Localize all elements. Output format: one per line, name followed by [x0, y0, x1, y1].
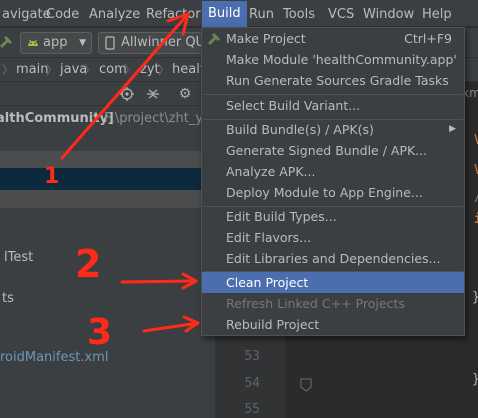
menu-item-generate-signed[interactable]: Generate Signed Bundle / APK...: [202, 140, 464, 161]
menu-item-make-project[interactable]: Make Project Ctrl+F9: [202, 28, 464, 49]
device-icon: [104, 36, 116, 53]
project-toolbar: ⚙: [0, 82, 215, 106]
menu-item-label: Edit Flavors...: [226, 230, 312, 245]
menu-item-label: Clean Project: [226, 275, 309, 290]
menu-item-label: Analyze APK...: [226, 164, 316, 179]
line-number: 53: [244, 349, 260, 364]
menu-item-analyze-apk[interactable]: Analyze APK...: [202, 161, 464, 182]
menu-item-refresh-linked-cpp: Refresh Linked C++ Projects: [202, 293, 464, 314]
menu-item-shortcut: Ctrl+F9: [404, 31, 452, 46]
tree-row-selected[interactable]: [0, 168, 215, 190]
chevron-down-icon: ▼: [79, 38, 86, 48]
fold-marker-icon[interactable]: [300, 378, 312, 396]
menu-item-label: Generate Signed Bundle / APK...: [226, 143, 428, 158]
menu-help[interactable]: Help: [422, 6, 452, 24]
breadcrumb-chevron-icon: 〉: [46, 63, 59, 77]
code-fragment: /: [474, 190, 478, 205]
locate-target-icon[interactable]: [118, 85, 136, 103]
project-root-label: althCommunity]: [0, 111, 114, 126]
menu-item-edit-flavors[interactable]: Edit Flavors...: [202, 227, 464, 248]
menu-item-label: Make Project: [226, 31, 306, 46]
menu-item-label: Build Bundle(s) / APK(s): [226, 122, 374, 137]
menu-item-deploy-module[interactable]: Deploy Module to App Engine...: [202, 182, 464, 203]
menu-item-label: Select Build Variant...: [226, 98, 361, 113]
code-fragment: }: [472, 290, 478, 305]
menu-code[interactable]: Code: [46, 6, 79, 24]
android-icon: [26, 36, 40, 53]
tree-row-highlight[interactable]: [0, 151, 215, 169]
tree-item-manifest-label: roidManifest.xml: [0, 350, 109, 365]
collapse-all-icon[interactable]: [144, 85, 162, 103]
breadcrumb-chevron-icon: 〉: [158, 63, 171, 77]
menu-tools[interactable]: Tools: [283, 6, 315, 24]
project-root-row[interactable]: althCommunity] F:\project\zht_ytk: [0, 108, 216, 130]
menu-item-make-module[interactable]: Make Module 'healthCommunity.app': [202, 49, 464, 70]
menu-item-label: Make Module 'healthCommunity.app': [226, 52, 457, 67]
tree-row-highlight[interactable]: [0, 190, 215, 208]
menu-bar: avigate Code Analyze Refactor Build Run …: [0, 0, 478, 27]
code-fragment: V: [474, 133, 478, 148]
run-configuration-select[interactable]: app ▼: [20, 32, 92, 54]
project-root-path: F:\project\zht_ytk: [104, 111, 216, 126]
menu-vcs[interactable]: VCS: [328, 6, 354, 24]
menu-build[interactable]: Build: [202, 1, 247, 27]
code-fragment: V: [474, 163, 478, 178]
breadcrumb-item-zyt[interactable]: zyt: [140, 61, 160, 79]
breadcrumb-chevron-icon: 〉: [124, 63, 137, 77]
menu-item-label: Edit Libraries and Dependencies...: [226, 251, 441, 266]
menu-item-edit-libraries[interactable]: Edit Libraries and Dependencies...: [202, 248, 464, 269]
project-panel: althCommunity] F:\project\zht_ytk lTest …: [0, 106, 216, 418]
menu-item-rebuild-project[interactable]: Rebuild Project: [202, 314, 464, 335]
menu-item-edit-build-types[interactable]: Edit Build Types...: [202, 206, 464, 227]
menu-refactor[interactable]: Refactor: [146, 6, 201, 24]
menu-window[interactable]: Window: [363, 6, 414, 24]
build-menu: Make Project Ctrl+F9 Make Module 'health…: [201, 27, 465, 336]
menu-navigate[interactable]: avigate: [2, 6, 51, 24]
menu-item-build-bundles[interactable]: Build Bundle(s) / APK(s) ▶: [202, 119, 464, 140]
tree-item-ts[interactable]: ts: [0, 288, 215, 310]
device-select[interactable]: Allwinner QU: [98, 32, 213, 54]
menu-item-run-generate-sources[interactable]: Run Generate Sources Gradle Tasks: [202, 70, 464, 91]
menu-item-select-build-variant[interactable]: Select Build Variant...: [202, 95, 464, 116]
tree-item-test[interactable]: lTest: [0, 247, 215, 269]
menu-item-label: Rebuild Project: [226, 317, 320, 332]
menu-run[interactable]: Run: [249, 6, 274, 24]
code-fragment: }: [472, 372, 478, 387]
menu-item-clean-project[interactable]: Clean Project: [202, 272, 464, 293]
device-label: Allwinner QU: [121, 35, 206, 50]
menu-item-label: Run Generate Sources Gradle Tasks: [226, 73, 449, 88]
menu-item-label: Edit Build Types...: [226, 209, 337, 224]
breadcrumb-item-healt[interactable]: healt: [172, 61, 205, 79]
gear-icon[interactable]: ⚙: [176, 85, 194, 103]
make-project-icon[interactable]: [0, 34, 14, 54]
run-configuration-label: app: [43, 35, 68, 50]
tree-item-ts-label: ts: [2, 291, 14, 306]
submenu-arrow-icon: ▶: [449, 124, 456, 134]
menu-item-label: Deploy Module to App Engine...: [226, 185, 423, 200]
tree-item-test-label: lTest: [4, 250, 34, 265]
breadcrumb-chevron-icon: 〉: [84, 63, 97, 77]
tree-item-manifest[interactable]: roidManifest.xml: [0, 347, 215, 369]
menu-analyze[interactable]: Analyze: [89, 6, 140, 24]
code-fragment: i: [474, 212, 478, 227]
line-number: 55: [244, 402, 260, 417]
menu-item-label: Refresh Linked C++ Projects: [226, 296, 405, 311]
breadcrumb-chevron-icon: 〉: [2, 63, 15, 77]
breadcrumb-item-main[interactable]: main: [16, 61, 48, 79]
line-number: 54: [244, 376, 260, 391]
breadcrumb-item-com[interactable]: com: [99, 61, 127, 79]
